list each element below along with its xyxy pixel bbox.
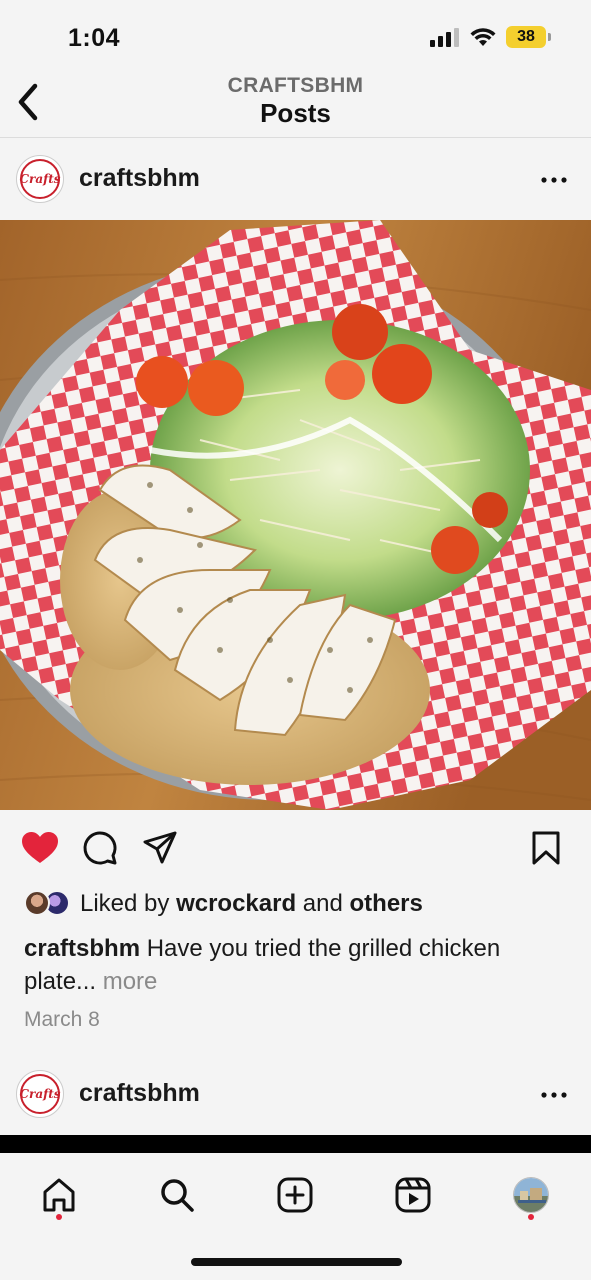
add-post-icon	[277, 1177, 313, 1213]
post-username[interactable]: craftsbhm	[79, 164, 200, 193]
tab-create[interactable]	[271, 1171, 319, 1219]
status-bar: 1:04 38	[0, 0, 591, 70]
likes-text: Liked by wcrockard and others	[80, 890, 423, 918]
crafts-logo: Crafts	[19, 159, 61, 199]
share-button[interactable]	[140, 828, 180, 868]
page-title: Posts	[260, 98, 331, 128]
next-post-header: Crafts craftsbhm	[0, 1055, 591, 1135]
post-username[interactable]: craftsbhm	[79, 1079, 200, 1108]
post-header: Crafts craftsbhm	[0, 140, 591, 220]
more-horizontal-icon	[541, 177, 567, 183]
caption-username[interactable]: craftsbhm	[24, 935, 140, 962]
crafts-logo: Crafts	[19, 1074, 61, 1114]
food-photo	[0, 220, 591, 810]
save-button[interactable]	[526, 828, 566, 868]
post-actions	[0, 822, 591, 874]
home-icon	[43, 1178, 75, 1212]
home-indicator[interactable]	[191, 1258, 402, 1266]
like-button[interactable]	[20, 828, 60, 868]
header-account-name: CRAFTSBHM	[227, 74, 364, 97]
reels-icon	[395, 1177, 431, 1213]
battery-cap	[548, 33, 551, 41]
page-header: CRAFTSBHM Posts	[0, 70, 591, 138]
liker-avatar	[24, 890, 50, 916]
post-caption: craftsbhm Have you tried the grilled chi…	[24, 932, 564, 998]
liker-avatars	[24, 890, 70, 918]
more-horizontal-icon	[541, 1092, 567, 1098]
caption-more-link[interactable]: more	[103, 968, 158, 995]
wifi-icon	[470, 28, 496, 46]
likes-conj: and	[302, 890, 343, 917]
account-avatar[interactable]: Crafts	[16, 1070, 64, 1118]
liker-username[interactable]: wcrockard	[176, 890, 296, 917]
status-icons: 38	[430, 26, 551, 48]
tab-search[interactable]	[153, 1171, 201, 1219]
home-notification-dot	[56, 1214, 62, 1220]
send-icon	[143, 831, 177, 864]
search-icon	[161, 1179, 194, 1212]
profile-photo	[514, 1178, 548, 1212]
post-date: March 8	[24, 1008, 100, 1031]
tab-profile[interactable]	[507, 1171, 555, 1219]
account-avatar[interactable]: Crafts	[16, 155, 64, 203]
status-time: 1:04	[68, 24, 121, 52]
likes-prefix: Liked by	[80, 890, 170, 917]
likes-summary[interactable]: Liked by wcrockard and others	[24, 886, 423, 922]
profile-avatar	[513, 1177, 549, 1213]
post-options-button[interactable]	[539, 165, 569, 195]
post-image[interactable]	[0, 220, 591, 810]
likes-others[interactable]: others	[350, 890, 423, 917]
signal-icon	[430, 28, 459, 47]
post-options-button[interactable]	[539, 1080, 569, 1110]
heart-icon	[22, 832, 58, 863]
next-post-image[interactable]	[0, 1135, 591, 1153]
battery-level: 38	[517, 28, 535, 45]
tab-home[interactable]	[35, 1171, 83, 1219]
profile-notification-dot	[528, 1214, 534, 1220]
comment-button[interactable]	[80, 828, 120, 868]
battery-indicator: 38	[506, 26, 546, 48]
tab-reels[interactable]	[389, 1171, 437, 1219]
comment-icon	[83, 831, 117, 865]
bookmark-icon	[532, 831, 560, 865]
